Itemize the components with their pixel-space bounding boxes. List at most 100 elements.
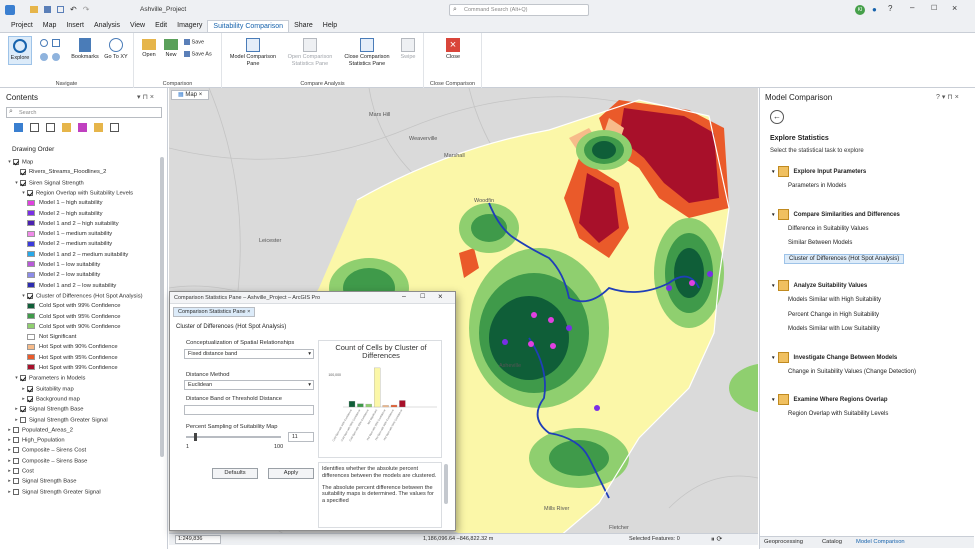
bottom-tab-geoprocessing[interactable]: Geoprocessing <box>764 539 803 545</box>
layer-visibility-checkbox[interactable] <box>13 447 19 454</box>
chart-bar[interactable] <box>374 367 381 408</box>
chart-bar[interactable] <box>357 403 364 408</box>
layer-row[interactable]: Model 1 and 2 – low suitability <box>27 281 116 291</box>
bookmarks-button[interactable]: Bookmarks <box>70 38 100 61</box>
full-extent-icon[interactable] <box>40 39 48 47</box>
menu-tab-edit[interactable]: Edit <box>150 20 172 32</box>
layer-row[interactable]: Cold Spot with 90% Confidence <box>27 322 121 332</box>
list-by-editing-icon[interactable] <box>62 123 71 132</box>
expand-caret-icon[interactable]: ▸ <box>13 415 20 425</box>
layer-row[interactable]: ▾ Map <box>6 157 33 167</box>
layer-row[interactable]: Model 2 – medium suitability <box>27 239 112 249</box>
layer-visibility-checkbox[interactable] <box>27 385 33 392</box>
expand-caret-icon[interactable]: ▾ <box>6 157 13 167</box>
expand-caret-icon[interactable]: ▸ <box>6 456 13 466</box>
map-tab[interactable]: ▦ Map × <box>171 90 210 100</box>
bottom-tab-model-comparison[interactable]: Model Comparison <box>856 539 905 545</box>
task-item[interactable]: Percent Change in High Suitability <box>784 311 883 319</box>
layer-row[interactable]: ▸ Signal Strength Base <box>13 404 83 414</box>
layer-visibility-checkbox[interactable] <box>27 189 33 196</box>
layer-visibility-checkbox[interactable] <box>20 406 26 413</box>
layer-visibility-checkbox[interactable] <box>20 416 26 423</box>
notifications-icon[interactable]: ● <box>872 5 877 14</box>
layer-row[interactable]: ▾ Parameters in Models <box>13 373 85 383</box>
expand-caret-icon[interactable]: ▾ <box>20 291 27 301</box>
minimize-icon[interactable]: – <box>910 3 914 12</box>
layer-visibility-checkbox[interactable] <box>20 375 26 382</box>
close-window-icon[interactable]: × <box>952 3 957 13</box>
window-close-icon[interactable]: × <box>438 292 443 301</box>
layer-row[interactable]: Hot Spot with 90% Confidence <box>27 342 118 352</box>
swipe-button[interactable]: Swipe <box>396 38 420 61</box>
chart-bar[interactable] <box>365 403 372 408</box>
pane-options-icon[interactable]: ▾ ⊓ × <box>137 93 154 101</box>
layer-row[interactable]: ▸ Suitability map <box>20 384 74 394</box>
slider-thumb[interactable] <box>194 433 197 441</box>
layer-row[interactable]: Model 1 – low suitability <box>27 260 100 270</box>
layer-row[interactable]: Model 1 – medium suitability <box>27 229 112 239</box>
layer-visibility-checkbox[interactable] <box>13 478 19 485</box>
layer-row[interactable]: Model 1 and 2 – high suitability <box>27 219 119 229</box>
list-by-selection-icon[interactable] <box>46 123 55 132</box>
model-comparison-pane-button[interactable]: Model Comparison Pane <box>228 38 278 67</box>
bottom-tab-catalog[interactable]: Catalog <box>822 539 842 545</box>
apply-button[interactable]: Apply <box>268 468 314 479</box>
layer-visibility-checkbox[interactable] <box>20 168 26 175</box>
save-comparison-button[interactable]: Save <box>184 39 204 45</box>
layer-row[interactable]: ▸ Cost <box>6 466 34 476</box>
statistics-pane-tab[interactable]: Comparison Statistics Pane × <box>173 307 256 317</box>
menu-tab-suitability-comparison[interactable]: Suitability Comparison <box>207 20 290 32</box>
redo-icon[interactable]: ↷ <box>83 6 90 14</box>
list-by-labeling-icon[interactable] <box>94 123 103 132</box>
save-icon[interactable] <box>44 6 51 13</box>
expand-caret-icon[interactable]: ▸ <box>13 404 20 414</box>
user-avatar[interactable]: KI <box>855 5 865 15</box>
menu-tab-insert[interactable]: Insert <box>61 20 89 32</box>
expand-caret-icon[interactable]: ▸ <box>6 476 13 486</box>
close-comparison-button[interactable]: × Close <box>442 38 464 61</box>
task-item[interactable]: Region Overlap with Suitability Levels <box>784 410 892 418</box>
layer-row[interactable]: Hot Spot with 99% Confidence <box>27 363 118 373</box>
task-item[interactable]: Difference in Suitability Values <box>784 225 873 233</box>
save-as-comparison-button[interactable]: Save As <box>184 51 212 57</box>
expand-caret-icon[interactable]: ▾ <box>13 178 20 188</box>
layer-row[interactable]: ▸ Signal Strength Base <box>6 476 76 486</box>
layer-row[interactable]: Model 1 and 2 – medium suitability <box>27 250 128 260</box>
layer-row[interactable]: Not Significant <box>27 332 76 342</box>
distance-band-input[interactable] <box>184 405 314 415</box>
task-group-header[interactable]: ▾ Compare Similarities and Differences <box>772 208 900 220</box>
menu-tab-share[interactable]: Share <box>289 20 318 32</box>
expand-caret-icon[interactable]: ▸ <box>6 435 13 445</box>
chart-bar[interactable] <box>382 405 389 408</box>
layer-visibility-checkbox[interactable] <box>27 292 33 299</box>
open-comparison-statistics-button[interactable]: Open Comparison Statistics Pane <box>282 38 338 67</box>
layer-row[interactable]: Cold Spot with 95% Confidence <box>27 312 121 322</box>
undo-icon[interactable]: ↶ <box>70 6 77 14</box>
task-group-header[interactable]: ▾ Analyze Suitability Values <box>772 280 867 291</box>
layer-visibility-checkbox[interactable] <box>13 468 19 474</box>
help-scrollbar[interactable] <box>444 464 448 504</box>
task-item[interactable]: Similar Between Models <box>784 239 856 247</box>
layer-row[interactable]: ▸ Background map <box>20 394 80 404</box>
task-item[interactable]: Cluster of Differences (Hot Spot Analysi… <box>784 253 905 264</box>
distance-method-select[interactable]: Euclidean ▾ <box>184 380 314 390</box>
expand-caret-icon[interactable]: ▸ <box>6 425 13 435</box>
close-tab-icon[interactable]: × <box>247 309 250 315</box>
back-button[interactable]: ← <box>770 110 784 124</box>
layer-visibility-checkbox[interactable] <box>27 395 33 402</box>
expand-caret-icon[interactable]: ▾ <box>13 373 20 383</box>
expand-caret-icon[interactable]: ▸ <box>6 445 13 455</box>
next-extent-icon[interactable] <box>52 53 60 61</box>
layer-row[interactable]: ▾ Region Overlap with Suitability Levels <box>20 188 133 198</box>
new-project-icon[interactable] <box>57 6 64 13</box>
layer-row[interactable]: ▾ Cluster of Differences (Hot Spot Analys… <box>20 291 143 301</box>
expand-caret-icon[interactable]: ▸ <box>20 384 27 394</box>
layer-row[interactable]: Model 1 – high suitability <box>27 198 102 208</box>
command-search[interactable]: ⌕ Command Search (Alt+Q) <box>449 4 589 16</box>
layer-visibility-checkbox[interactable] <box>13 426 19 433</box>
contents-search-input[interactable]: ⌕ Search <box>6 107 162 118</box>
layer-visibility-checkbox[interactable] <box>13 159 19 165</box>
layer-row[interactable]: ▾ Siren Signal Strength <box>13 178 84 188</box>
chart-bar[interactable] <box>390 404 398 408</box>
pane-options-icon[interactable]: ? ▾ ⊓ × <box>936 93 959 101</box>
